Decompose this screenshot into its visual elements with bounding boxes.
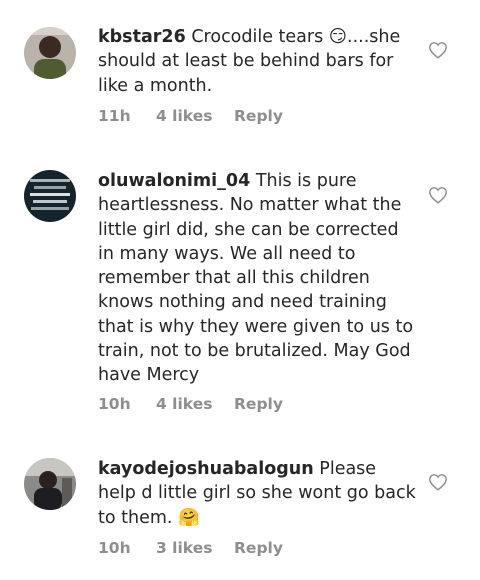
- comment-likes-count[interactable]: 4 likes: [156, 395, 234, 413]
- comment-meta: 10h 4 likes Reply: [98, 395, 283, 413]
- comment-username[interactable]: kbstar26: [98, 27, 186, 47]
- comment-body: This is pure heartlessness. No matter wh…: [98, 171, 414, 386]
- avatar-photo: [24, 458, 76, 510]
- avatar[interactable]: [24, 27, 76, 79]
- comment-likes-count[interactable]: 4 likes: [156, 107, 234, 125]
- reply-button[interactable]: Reply: [234, 539, 283, 557]
- avatar-text-image: [24, 170, 76, 222]
- comment-username[interactable]: kayodejoshuabalogun: [98, 459, 314, 479]
- comment-meta: 10h 3 likes Reply: [98, 539, 283, 557]
- reply-button[interactable]: Reply: [234, 395, 283, 413]
- heart-outline-icon[interactable]: [428, 473, 448, 491]
- comment-timestamp: 11h: [98, 107, 131, 125]
- comment-meta: 11h 4 likes Reply: [98, 107, 283, 125]
- comment-item: kbstar26 Crocodile tears 😏....she should…: [0, 0, 480, 140]
- heart-outline-icon[interactable]: [428, 186, 448, 204]
- comment-likes-count[interactable]: 3 likes: [156, 539, 234, 557]
- heart-outline-icon[interactable]: [428, 41, 448, 59]
- comment-timestamp: 10h: [98, 395, 131, 413]
- avatar-photo: [24, 27, 76, 79]
- comment-username[interactable]: oluwalonimi_04: [98, 171, 250, 191]
- avatar[interactable]: [24, 170, 76, 222]
- comment-item: oluwalonimi_04 This is pure heartlessnes…: [0, 140, 480, 440]
- comment-text-block: kbstar26 Crocodile tears 😏....she should…: [98, 25, 416, 98]
- avatar[interactable]: [24, 458, 76, 510]
- reply-button[interactable]: Reply: [234, 107, 283, 125]
- comment-timestamp: 10h: [98, 539, 131, 557]
- comment-text-block: kayodejoshuabalogun Please help d little…: [98, 457, 416, 530]
- comment-item: kayodejoshuabalogun Please help d little…: [0, 440, 480, 580]
- comment-text-block: oluwalonimi_04 This is pure heartlessnes…: [98, 169, 416, 388]
